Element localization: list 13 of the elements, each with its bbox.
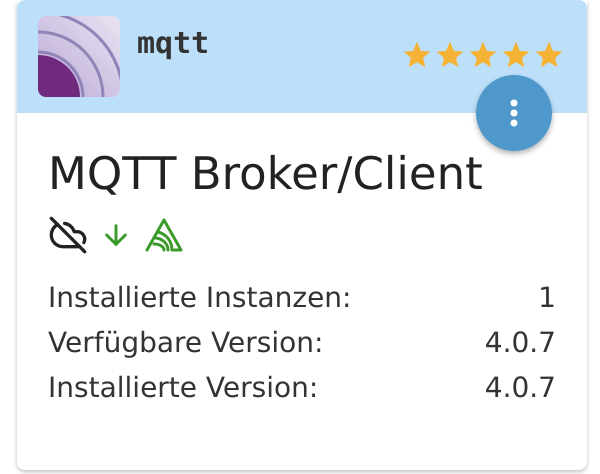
signal-triangle-icon (144, 217, 184, 253)
info-label: Installierte Instanzen: (48, 280, 352, 316)
more-vertical-icon (510, 99, 518, 127)
info-label: Verfügbare Version: (48, 325, 324, 361)
adapter-name: mqtt (137, 26, 210, 61)
more-menu-button[interactable] (476, 75, 552, 151)
adapter-title: MQTT Broker/Client (48, 147, 484, 201)
info-label: Installierte Version: (48, 370, 318, 406)
info-value: 4.0.7 (484, 370, 556, 406)
info-value: 4.0.7 (484, 325, 556, 361)
logo-icon (38, 16, 120, 97)
cloud-off-icon (48, 215, 88, 255)
info-value: 1 (538, 280, 556, 316)
